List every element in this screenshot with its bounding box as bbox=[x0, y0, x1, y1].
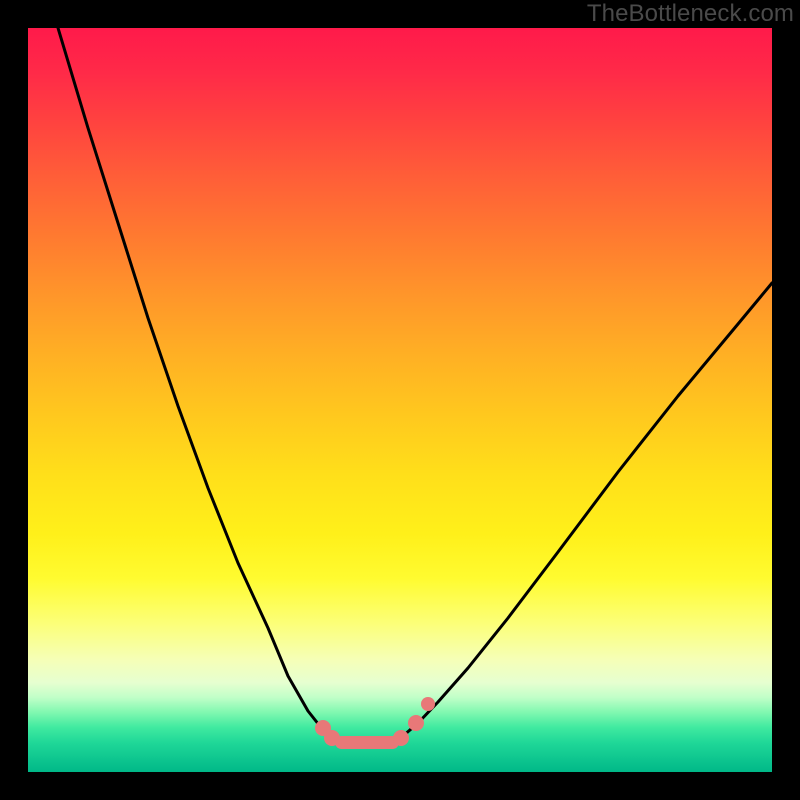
chart-frame: TheBottleneck.com bbox=[0, 0, 800, 800]
bottom-dot bbox=[421, 697, 435, 711]
curve-lines bbox=[58, 28, 772, 742]
bottom-dot bbox=[324, 730, 340, 746]
bottleneck-curve bbox=[58, 28, 772, 742]
bottom-bar bbox=[335, 736, 399, 749]
plot-area bbox=[28, 28, 772, 772]
bottom-dot bbox=[408, 715, 424, 731]
bottom-glyphs bbox=[315, 697, 435, 749]
bottom-dot bbox=[393, 730, 409, 746]
watermark-text: TheBottleneck.com bbox=[587, 0, 794, 28]
chart-svg bbox=[28, 28, 772, 772]
